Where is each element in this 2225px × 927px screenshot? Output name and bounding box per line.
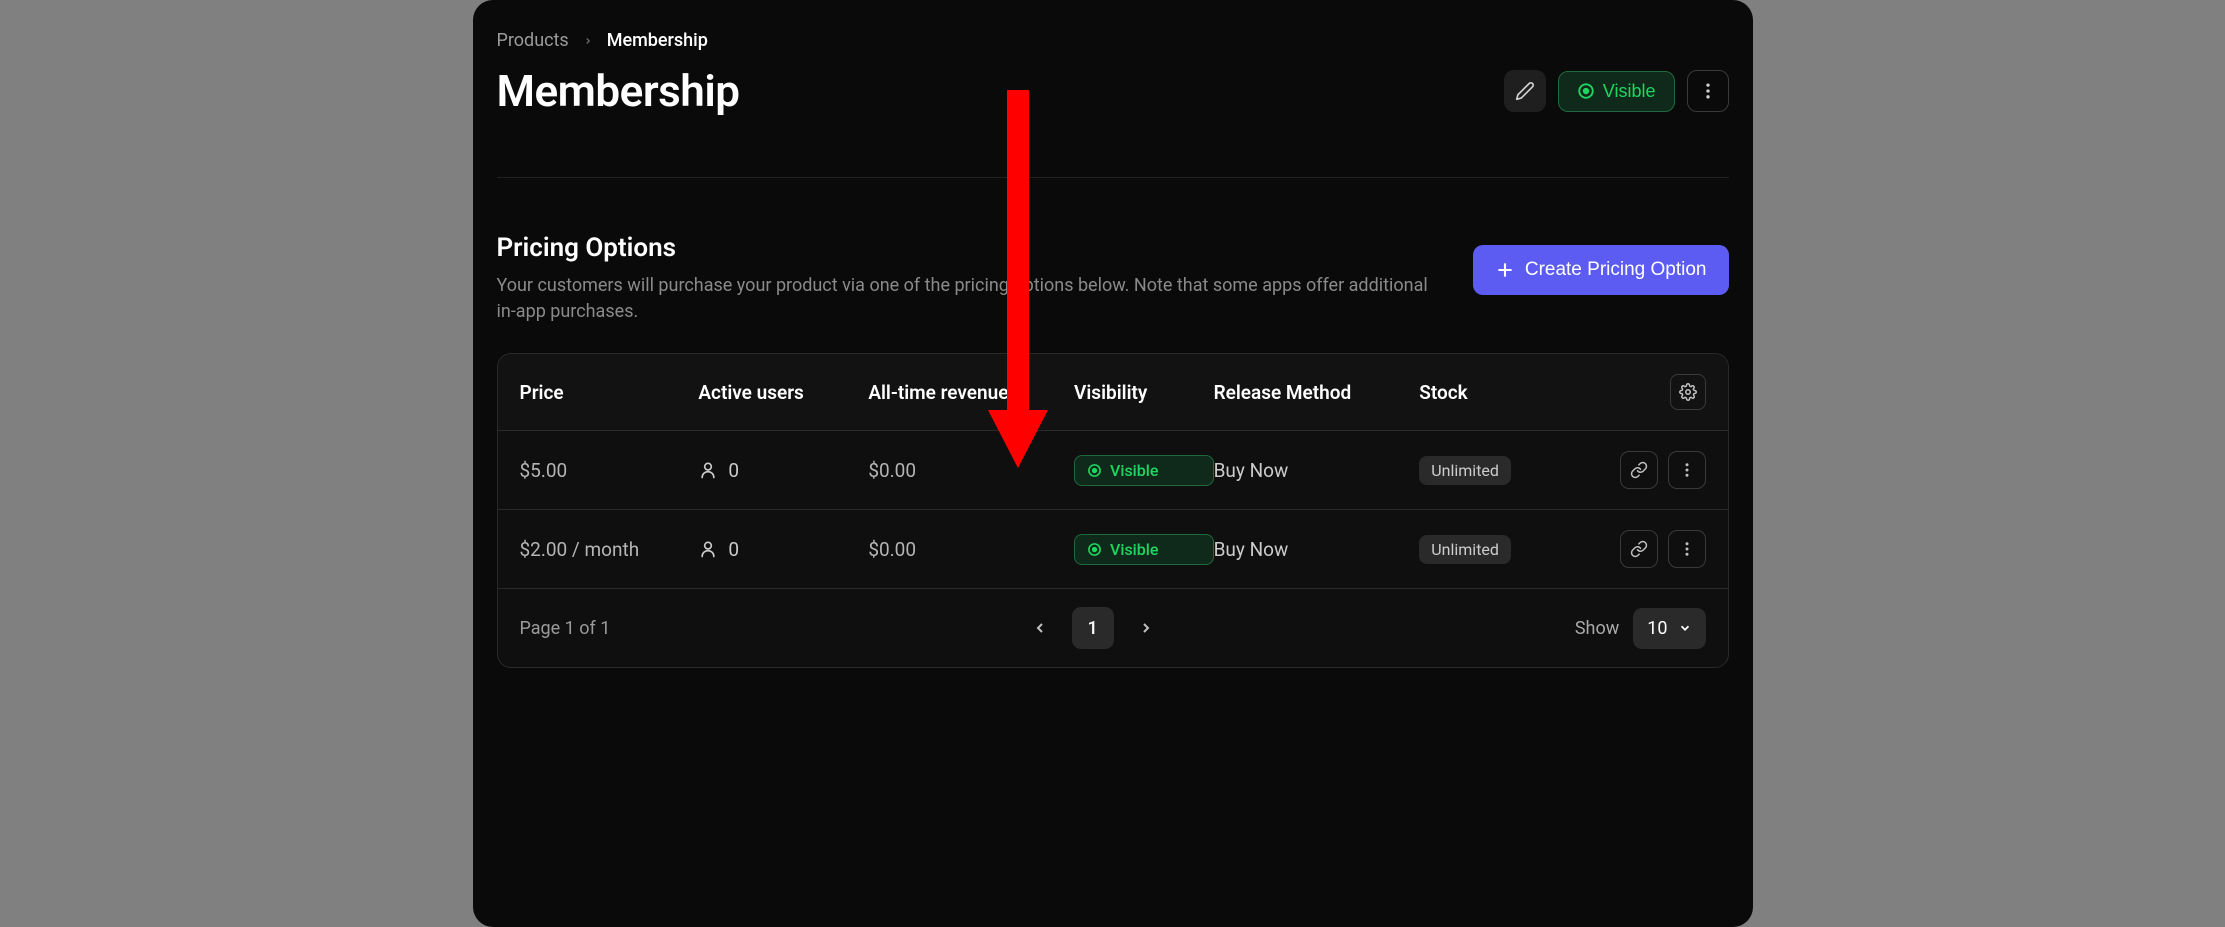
cell-price: $2.00 / month	[520, 538, 699, 561]
table-footer: Page 1 of 1 1 Show 10	[498, 589, 1728, 667]
dots-vertical-icon	[1678, 461, 1696, 479]
gear-icon	[1679, 383, 1697, 401]
more-actions-button[interactable]	[1687, 70, 1729, 112]
cell-release-method: Buy Now	[1214, 538, 1420, 561]
link-icon	[1630, 540, 1648, 558]
table-settings-button[interactable]	[1670, 374, 1706, 410]
cell-stock: Unlimited	[1419, 535, 1607, 564]
row-more-button[interactable]	[1668, 451, 1706, 489]
show-value: 10	[1647, 618, 1667, 639]
app-window: Products Membership Membership Visible	[473, 0, 1753, 927]
copy-link-button[interactable]	[1620, 530, 1658, 568]
eye-icon	[1087, 542, 1102, 557]
dots-vertical-icon	[1698, 81, 1718, 101]
cell-visibility: Visible	[1074, 455, 1214, 486]
user-icon	[698, 460, 718, 480]
copy-link-button[interactable]	[1620, 451, 1658, 489]
th-stock: Stock	[1419, 381, 1607, 404]
chevron-right-icon	[1138, 620, 1154, 636]
table-row[interactable]: $2.00 / month 0 $0.00 Visible Buy Now Un…	[498, 510, 1728, 589]
next-page-button[interactable]	[1132, 614, 1160, 642]
active-users-value: 0	[728, 459, 739, 482]
active-users-value: 0	[728, 538, 739, 561]
stock-badge: Unlimited	[1419, 456, 1511, 485]
table-header: Price Active users All-time revenue Visi…	[498, 354, 1728, 431]
visibility-label: Visible	[1603, 81, 1656, 102]
create-label: Create Pricing Option	[1525, 259, 1707, 281]
row-more-button[interactable]	[1668, 530, 1706, 568]
page-info: Page 1 of 1	[520, 618, 611, 639]
pricing-table: Price Active users All-time revenue Visi…	[497, 353, 1729, 668]
cell-active-users: 0	[698, 459, 868, 482]
visibility-text: Visible	[1110, 540, 1158, 559]
cell-stock: Unlimited	[1419, 456, 1607, 485]
visibility-text: Visible	[1110, 461, 1158, 480]
show-per-page: Show 10	[1575, 608, 1706, 649]
breadcrumb-parent[interactable]: Products	[497, 30, 569, 51]
show-label: Show	[1575, 618, 1619, 639]
section-title: Pricing Options	[497, 233, 1443, 263]
th-visibility: Visibility	[1074, 381, 1214, 404]
section-description: Your customers will purchase your produc…	[497, 273, 1443, 325]
cell-active-users: 0	[698, 538, 868, 561]
chevron-left-icon	[1032, 620, 1048, 636]
divider	[497, 177, 1729, 178]
cell-visibility: Visible	[1074, 534, 1214, 565]
th-price: Price	[520, 381, 699, 404]
page-header: Membership Visible	[497, 65, 1729, 117]
chevron-down-icon	[1678, 621, 1692, 635]
th-actions	[1607, 374, 1705, 410]
plus-icon	[1495, 260, 1515, 280]
cell-revenue: $0.00	[868, 459, 1074, 482]
eye-icon	[1577, 82, 1595, 100]
show-select[interactable]: 10	[1633, 608, 1705, 649]
user-icon	[698, 539, 718, 559]
breadcrumb-current: Membership	[607, 30, 708, 51]
pager: 1	[610, 607, 1575, 649]
breadcrumb: Products Membership	[497, 30, 1729, 51]
visibility-badge[interactable]: Visible	[1074, 455, 1214, 486]
page-title: Membership	[497, 65, 740, 117]
section-text: Pricing Options Your customers will purc…	[497, 233, 1443, 325]
prev-page-button[interactable]	[1026, 614, 1054, 642]
create-pricing-option-button[interactable]: Create Pricing Option	[1473, 245, 1729, 295]
edit-button[interactable]	[1504, 70, 1546, 112]
dots-vertical-icon	[1678, 540, 1696, 558]
th-revenue: All-time revenue	[868, 381, 1074, 404]
visibility-toggle[interactable]: Visible	[1558, 71, 1675, 112]
row-actions	[1607, 530, 1705, 568]
visibility-badge[interactable]: Visible	[1074, 534, 1214, 565]
row-actions	[1607, 451, 1705, 489]
pricing-section-header: Pricing Options Your customers will purc…	[497, 233, 1729, 325]
link-icon	[1630, 461, 1648, 479]
header-actions: Visible	[1504, 70, 1729, 112]
pencil-icon	[1515, 81, 1535, 101]
th-release-method: Release Method	[1214, 381, 1420, 404]
th-active-users: Active users	[698, 381, 868, 404]
cell-revenue: $0.00	[868, 538, 1074, 561]
cell-price: $5.00	[520, 459, 699, 482]
table-row[interactable]: $5.00 0 $0.00 Visible Buy Now Unlimited	[498, 431, 1728, 510]
chevron-right-icon	[583, 36, 593, 46]
stock-badge: Unlimited	[1419, 535, 1511, 564]
eye-icon	[1087, 463, 1102, 478]
current-page[interactable]: 1	[1072, 607, 1114, 649]
cell-release-method: Buy Now	[1214, 459, 1420, 482]
